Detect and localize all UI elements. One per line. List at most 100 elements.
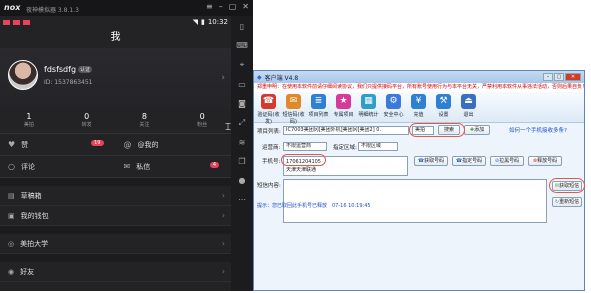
stat-reposts[interactable]: 0 转发 (58, 110, 116, 133)
profile-id: ID: 1537863451 (44, 79, 93, 86)
assign-number-button[interactable]: ☎指定号码 (452, 156, 486, 166)
region-label: 指定区域: (333, 145, 357, 151)
tool-exclusive[interactable]: ★ 专属项目 (332, 94, 355, 120)
close-icon[interactable]: ✕ (242, 2, 249, 11)
tool-verify-send[interactable]: ☎ 验证码(收发) (257, 94, 280, 125)
list-icon: ≣ (311, 94, 326, 109)
likes-item[interactable]: ♥ 赞 19 (0, 134, 116, 155)
add-button[interactable]: ✚添加 (464, 125, 490, 135)
tool-sms-receive[interactable]: ✉ 短信码(收码) (282, 94, 305, 125)
more-icon[interactable]: ⋯ (238, 195, 246, 204)
phone-icon[interactable]: ▯ (240, 22, 244, 31)
exit-icon: ⏏ (461, 94, 476, 109)
stat-posts[interactable]: 1 美拍 (0, 110, 58, 133)
minimize-button[interactable]: – (543, 73, 553, 81)
tool-stats[interactable]: ▦ 明细统计 (357, 94, 380, 120)
messages-item[interactable]: ✉ 私信 4 (116, 156, 232, 177)
stats-row: 1 美拍 0 转发 8 关注 0 粉丝 (0, 110, 231, 134)
wifi-icon: ◥ (192, 18, 198, 26)
app-notif-icon (3, 19, 10, 25)
mail-icon: ✉ (123, 162, 131, 171)
friends-icon: ◉ (8, 267, 15, 276)
shake-icon[interactable]: ≋ (239, 138, 246, 147)
emulator-titlebar: nox 夜神模拟器 3.8.1.3 ≡ – ▢ ✕ (0, 0, 253, 16)
resend-sms-button[interactable]: ↻重新短信 (552, 197, 582, 207)
release-number-button[interactable]: ⊗释放号码 (528, 156, 562, 166)
likes-mentions-row: ♥ 赞 19 @ @我的 (0, 134, 231, 156)
maximize-icon[interactable]: ▢ (229, 2, 237, 11)
security-icon: ⚙ (386, 94, 401, 109)
heart-icon: ♥ (8, 140, 16, 149)
screen-icon[interactable]: ▭ (238, 80, 246, 89)
project-select[interactable]: IC7003美团冈[美团外机]美团冈[美团2] 0. (283, 126, 409, 135)
menu-wallet[interactable]: ▣ 我的钱包 › (0, 206, 231, 226)
mentions-item[interactable]: @ @我的 (116, 134, 232, 155)
chevron-right-icon: › (221, 267, 225, 276)
comments-item[interactable]: ○ 评论 (0, 156, 116, 177)
app-notif-icon (13, 19, 20, 25)
tool-project-list[interactable]: ≣ 项目列表 (307, 94, 330, 120)
block-number-button[interactable]: ⊘拉黑号码 (490, 156, 524, 166)
sms-label: 短信内容: (257, 183, 281, 189)
clock: 10:32 (207, 18, 228, 26)
tool-security[interactable]: ⚙ 安全中心 (382, 94, 405, 120)
keyboard-icon[interactable]: ⌨ (236, 41, 248, 50)
menu-university[interactable]: ◎ 美拍大学 › (0, 234, 231, 254)
emulator-brand: nox (4, 3, 21, 12)
highlight-ring (281, 154, 326, 166)
comments-messages-row: ○ 评论 ✉ 私信 4 (0, 156, 231, 178)
phone-icon: ☎ (261, 94, 276, 109)
emulator-window: nox 夜神模拟器 3.8.1.3 ≡ – ▢ ✕ ◥ ▮ 10:32 我 fdsfsdf… (0, 0, 253, 291)
app-titlebar: ◆ 客户端 V4.8 – ▢ ✕ (254, 71, 584, 83)
menu-friends[interactable]: ◉ 好友 › (0, 262, 231, 282)
settings-icon: ⚒ (436, 94, 451, 109)
maximize-button[interactable]: ▢ (554, 73, 564, 81)
chevron-right-icon: › (221, 191, 225, 200)
close-button[interactable]: ✕ (565, 73, 581, 81)
expand-icon[interactable]: ⤢ (239, 118, 245, 128)
app-notif-icon (23, 19, 30, 25)
mouse-cursor-icon: ⌶ (225, 122, 231, 133)
page-title: 我 (0, 28, 231, 48)
tool-exit[interactable]: ⏏ 退出 (457, 94, 480, 120)
sms-client-window: ◆ 客户端 V4.8 – ▢ ✕ 郑重申明：在使用本软件前请仔细阅读协议，我们只提供… (253, 70, 585, 291)
help-link[interactable]: 如何一个手机接收多条? (509, 126, 567, 134)
stat-following[interactable]: 8 关注 (116, 110, 174, 133)
menu-icon[interactable]: ≡ (206, 2, 213, 11)
camera-icon[interactable]: ◙ (238, 99, 246, 108)
app-title: 客户端 V4.8 (264, 74, 299, 82)
get-number-button[interactable]: ☎获取号码 (414, 156, 448, 166)
wallet-icon: ▣ (8, 211, 15, 220)
region-select[interactable]: 不限区域 (358, 142, 398, 151)
notice-banner: 郑重申明：在使用本软件前请仔细阅读协议，我们只提供接码平台，所有账号使用行为与本… (254, 83, 584, 92)
profile-name: fdsfsdfg 认证 (44, 65, 93, 74)
star-icon: ★ (336, 94, 351, 109)
messages-badge: 4 (209, 162, 219, 168)
emulator-sidebar: ▯ ⌨ ⌖ ▭ ◙ ⤢ ≋ ❐ ● ⋯ (231, 16, 253, 291)
chevron-right-icon[interactable]: › (221, 73, 225, 83)
location-icon[interactable]: ⌖ (240, 60, 245, 70)
university-icon: ◎ (8, 239, 15, 248)
operator-select[interactable]: 不限运营商 (283, 142, 327, 151)
verify-badge: 认证 (78, 66, 93, 73)
project-label: 项目列表: (257, 129, 281, 135)
highlight-ring (409, 123, 465, 137)
phone-label: 手机号: (262, 159, 281, 165)
emulator-version: 夜神模拟器 3.8.1.3 (26, 7, 79, 14)
tool-settings[interactable]: ⚒ 设置 (432, 94, 455, 120)
menu-drafts[interactable]: ▤ 草稿箱 › (0, 186, 231, 206)
draft-icon: ▤ (8, 191, 15, 200)
stat-fans[interactable]: 0 粉丝 (173, 110, 231, 133)
chevron-right-icon: › (221, 239, 225, 248)
sms-content-textarea[interactable] (283, 179, 547, 223)
status-message: 提示：您已取回此手机号已释放 07-16 10:19:45 (257, 203, 371, 209)
record-icon[interactable]: ● (239, 176, 246, 185)
form-area: 项目列表: IC7003美团冈[美团外机]美团冈[美团2] 0. 美拍 搜索 ✚… (254, 123, 585, 293)
multi-icon[interactable]: ❐ (238, 157, 245, 166)
yen-icon: ¥ (411, 94, 426, 109)
avatar[interactable] (8, 60, 38, 90)
minimize-icon[interactable]: – (219, 2, 223, 11)
tool-recharge[interactable]: ¥ 充值 (407, 94, 430, 120)
profile-card[interactable]: fdsfsdfg 认证 ID: 1537863451 › (0, 48, 231, 110)
at-icon: @ (123, 140, 132, 149)
